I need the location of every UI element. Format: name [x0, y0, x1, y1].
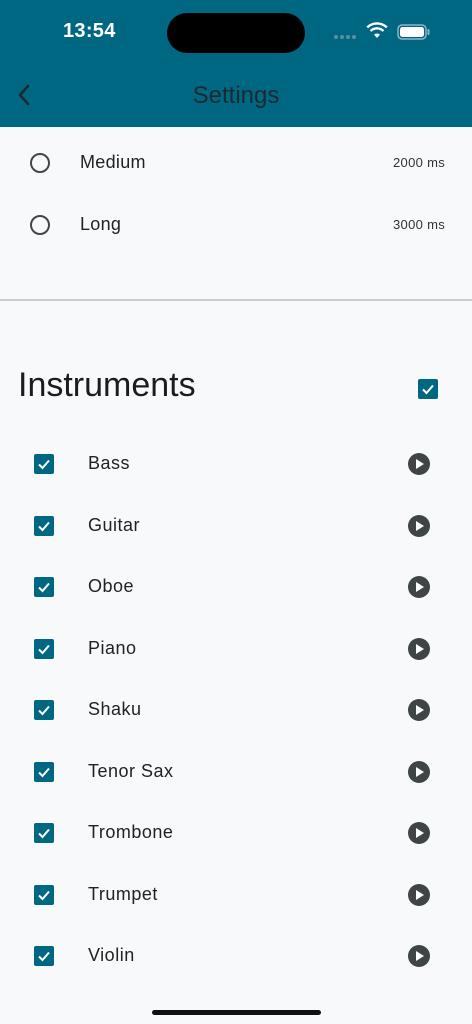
instrument-row[interactable]: Oboe [0, 562, 472, 612]
check-icon [422, 384, 434, 395]
instrument-label: Oboe [88, 576, 135, 596]
instrument-row[interactable]: Piano [0, 624, 472, 674]
check-icon [38, 644, 50, 654]
play-icon[interactable] [408, 883, 430, 906]
check-icon [38, 890, 50, 900]
play-icon[interactable] [408, 760, 430, 783]
page-title: Settings [192, 82, 280, 109]
check-icon [38, 582, 50, 593]
instruments-title: Instruments [18, 366, 196, 404]
instrument-label: Tenor Sax [88, 760, 174, 781]
instrument-checkbox[interactable] [34, 454, 54, 474]
check-icon [38, 951, 50, 962]
play-icon[interactable] [408, 822, 430, 844]
play-icon[interactable] [408, 576, 430, 598]
instrument-checkbox[interactable] [34, 577, 54, 597]
section-divider [0, 299, 472, 301]
radio-button[interactable] [30, 215, 50, 235]
play-icon[interactable] [408, 514, 430, 537]
play-icon[interactable] [408, 945, 430, 967]
instrument-row[interactable]: Violin [0, 931, 472, 981]
instrument-row[interactable]: Trombone [0, 808, 472, 858]
play-icon[interactable] [408, 699, 430, 721]
app-header: 13:54 Settings [0, 0, 472, 127]
instrument-row[interactable]: Guitar [0, 501, 472, 551]
radio-button[interactable] [30, 153, 50, 173]
check-icon [38, 828, 50, 839]
instrument-label: Guitar [88, 514, 141, 535]
duration-option-medium[interactable]: Medium 2000 ms [0, 138, 472, 188]
check-icon [38, 705, 50, 716]
instrument-checkbox[interactable] [34, 700, 54, 720]
status-time: 13:54 [63, 20, 116, 42]
instrument-checkbox[interactable] [34, 515, 54, 536]
instrument-row[interactable]: Trumpet [0, 870, 472, 920]
instrument-row[interactable]: Shaku [0, 685, 472, 735]
wifi-icon [366, 22, 388, 38]
check-icon [38, 521, 50, 531]
instrument-checkbox[interactable] [34, 823, 54, 843]
instrument-checkbox[interactable] [34, 884, 54, 905]
check-icon [38, 767, 50, 777]
instrument-label: Piano [88, 637, 137, 658]
duration-value: 3000 ms [393, 217, 445, 232]
battery-icon [397, 24, 430, 40]
instrument-checkbox[interactable] [34, 946, 54, 966]
check-icon [38, 459, 50, 470]
instrument-label: Bass [88, 453, 131, 473]
play-icon[interactable] [408, 453, 430, 475]
instrument-label: Shaku [88, 699, 142, 719]
select-all-checkbox[interactable] [418, 379, 438, 399]
instrument-checkbox[interactable] [34, 638, 54, 659]
play-icon[interactable] [408, 637, 430, 660]
duration-value: 2000 ms [393, 155, 445, 170]
instrument-label: Violin [88, 945, 135, 965]
instrument-row[interactable]: Bass [0, 439, 472, 489]
instrument-label: Trumpet [88, 883, 158, 904]
duration-label: Medium [80, 152, 146, 172]
home-indicator [152, 1010, 321, 1015]
instrument-row[interactable]: Tenor Sax [0, 747, 472, 797]
dynamic-island [167, 13, 305, 53]
duration-label: Long [80, 214, 122, 234]
duration-option-long[interactable]: Long 3000 ms [0, 200, 472, 250]
instrument-checkbox[interactable] [34, 761, 54, 782]
cellular-signal-icon [334, 35, 356, 39]
instrument-label: Trombone [88, 822, 174, 842]
